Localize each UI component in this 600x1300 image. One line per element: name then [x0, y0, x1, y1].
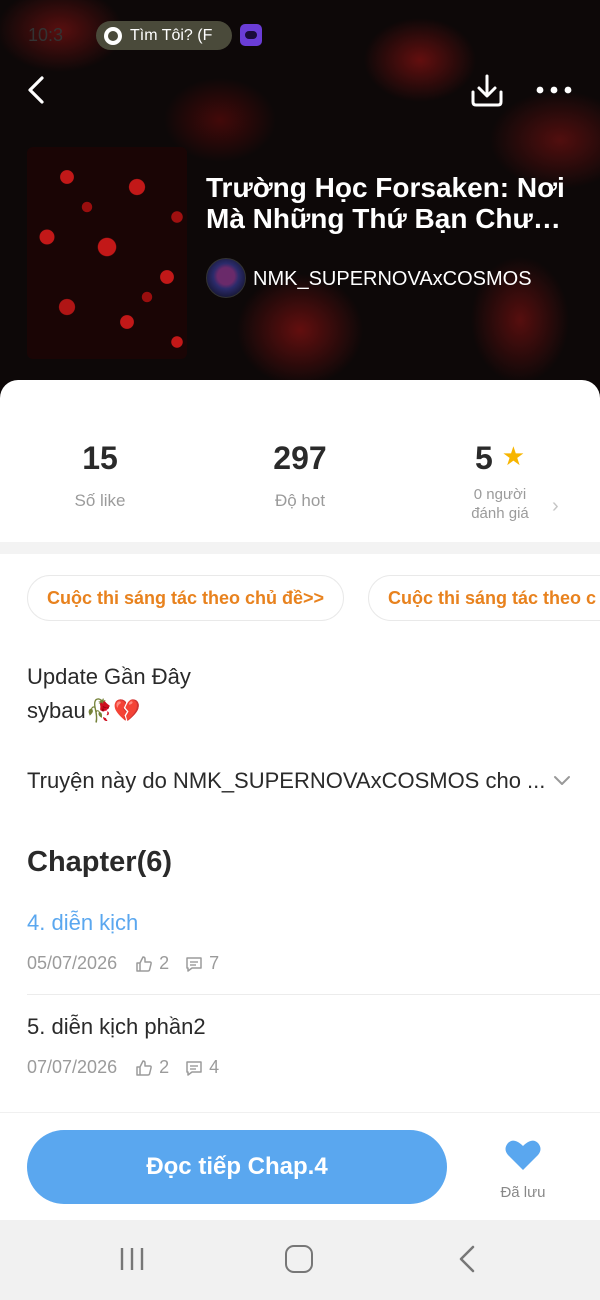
globe-icon [104, 26, 122, 45]
chapter-row[interactable]: 5. diễn kịch phần2 07/07/2026 2 4 [27, 1014, 600, 1078]
rating-count-label: 0 người [473, 486, 527, 503]
hot-label: Độ hot [274, 491, 326, 510]
likes-stat: 15 Số like [0, 440, 200, 511]
back-button[interactable] [22, 70, 54, 110]
section-separator [0, 542, 600, 554]
thumbs-up-icon [136, 1059, 152, 1076]
rating-stat[interactable]: 5 ★ 0 người đánh giá [400, 440, 600, 523]
chapter-title[interactable]: 4. diễn kịch [27, 910, 600, 936]
update-emoji: 🥀💔 [85, 698, 141, 723]
comment-icon [186, 1060, 202, 1076]
chapter-comments: 4 [209, 1057, 220, 1077]
system-back-icon[interactable] [456, 1244, 478, 1274]
app-notification-icon [240, 24, 262, 46]
thumbs-up-icon [136, 955, 152, 972]
row-divider [27, 994, 600, 995]
contest-chip-2[interactable]: Cuộc thi sáng tác theo c [368, 575, 600, 621]
chapter-title[interactable]: 5. diễn kịch phần2 [27, 1014, 600, 1040]
home-icon[interactable] [285, 1245, 313, 1273]
chapter-date: 05/07/2026 [27, 953, 118, 973]
update-title: Update Gần Đây [27, 664, 191, 689]
download-icon [471, 74, 503, 107]
more-options-button[interactable] [532, 70, 576, 110]
chevron-down-icon[interactable] [552, 770, 572, 790]
status-time: 10:3 [28, 25, 64, 45]
hot-stat: 297 Độ hot [200, 440, 400, 511]
chapter-date: 07/07/2026 [27, 1057, 118, 1077]
status-pill[interactable]: Tìm Tôi? (F [96, 21, 232, 50]
heart-icon[interactable] [504, 1138, 542, 1172]
comment-icon [186, 956, 202, 972]
status-pill-label: Tìm Tôi? (F [130, 26, 213, 44]
download-button[interactable] [468, 70, 506, 110]
chapter-likes: 2 [159, 1057, 170, 1077]
story-title: Trường Học Forsaken: Nơi Mà Những Thứ Bạ… [206, 172, 565, 234]
chapter-comments: 7 [209, 953, 220, 973]
more-dots-icon [536, 86, 572, 94]
chevron-right-icon[interactable]: › [552, 495, 559, 518]
rating-count-label-2: đánh giá [471, 505, 529, 522]
star-icon: ★ [501, 441, 525, 471]
back-arrow-icon [28, 76, 44, 104]
rating-value: 5 [475, 440, 493, 476]
contest-chip-1[interactable]: Cuộc thi sáng tác theo chủ đề>> [27, 575, 345, 621]
update-text: sybau🥀💔 [27, 698, 141, 724]
chapter-likes: 2 [159, 953, 170, 973]
chapter-row[interactable]: 4. diễn kịch 05/07/2026 2 7 [27, 910, 600, 974]
continue-reading-button[interactable]: Đọc tiếp Chap.4 [27, 1130, 447, 1204]
recent-apps-icon[interactable] [118, 1246, 146, 1272]
author-name[interactable]: NMK_SUPERNOVAxCOSMOS [253, 268, 532, 291]
story-description: Truyện này do NMK_SUPERNOVAxCOSMOS cho .… [27, 768, 546, 793]
chapter-list-heading: Chapter(6) [27, 846, 173, 878]
likes-label: Số like [74, 491, 126, 510]
likes-count: 15 [82, 440, 118, 476]
story-cover-image[interactable] [27, 147, 187, 359]
update-text-content: sybau [27, 698, 86, 723]
author-avatar[interactable] [206, 258, 246, 298]
hot-count: 297 [273, 440, 327, 476]
saved-label[interactable]: Đã lưu [490, 1184, 556, 1201]
